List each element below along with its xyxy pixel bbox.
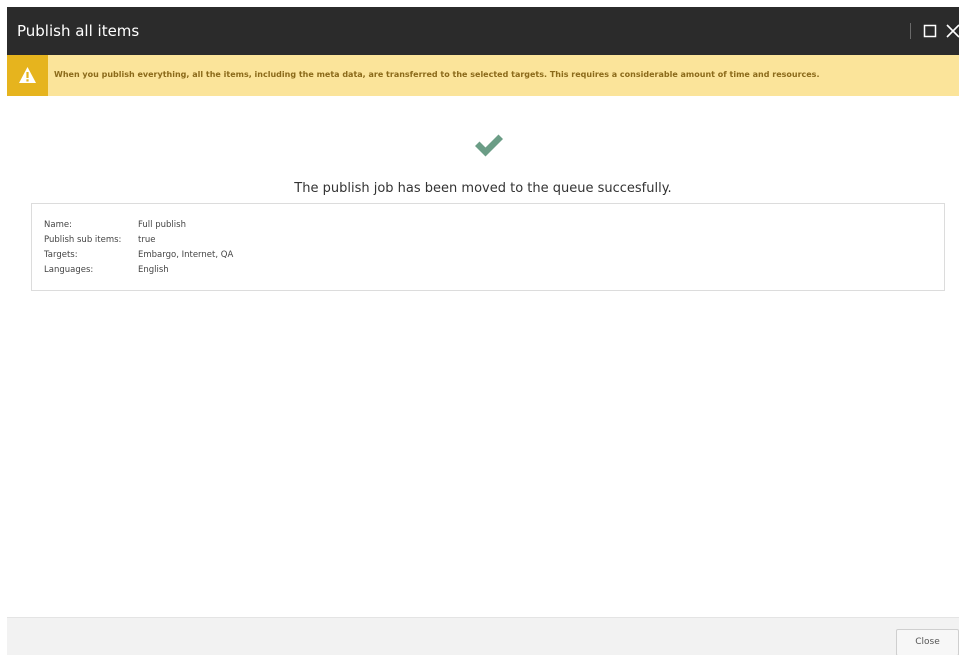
detail-value: true <box>138 235 156 245</box>
warning-triangle-icon <box>19 67 36 83</box>
detail-label: Publish sub items: <box>44 235 122 245</box>
warning-banner: When you publish everything, all the ite… <box>7 55 959 96</box>
titlebar-divider <box>910 23 911 39</box>
detail-label: Languages: <box>44 265 94 275</box>
detail-value: Full publish <box>138 220 186 230</box>
detail-value: English <box>138 265 169 275</box>
maximize-icon <box>923 24 937 38</box>
checkmark-icon <box>475 134 503 157</box>
dialog-title: Publish all items <box>17 22 140 40</box>
close-window-button[interactable] <box>943 21 959 41</box>
maximize-button[interactable] <box>920 21 940 41</box>
dialog-titlebar: Publish all items <box>7 7 959 55</box>
warning-text: When you publish everything, all the ite… <box>54 70 820 79</box>
close-icon <box>946 24 959 38</box>
warning-icon-box <box>7 55 48 96</box>
detail-label: Targets: <box>44 250 78 260</box>
publish-details-panel: Name: Full publish Publish sub items: tr… <box>31 203 945 291</box>
dialog-footer: Close <box>7 617 959 655</box>
close-button[interactable]: Close <box>896 629 959 655</box>
publish-dialog: Publish all items When you publish every… <box>7 7 959 655</box>
detail-value: Embargo, Internet, QA <box>138 250 234 260</box>
detail-label: Name: <box>44 220 72 230</box>
success-message: The publish job has been moved to the qu… <box>294 181 672 196</box>
